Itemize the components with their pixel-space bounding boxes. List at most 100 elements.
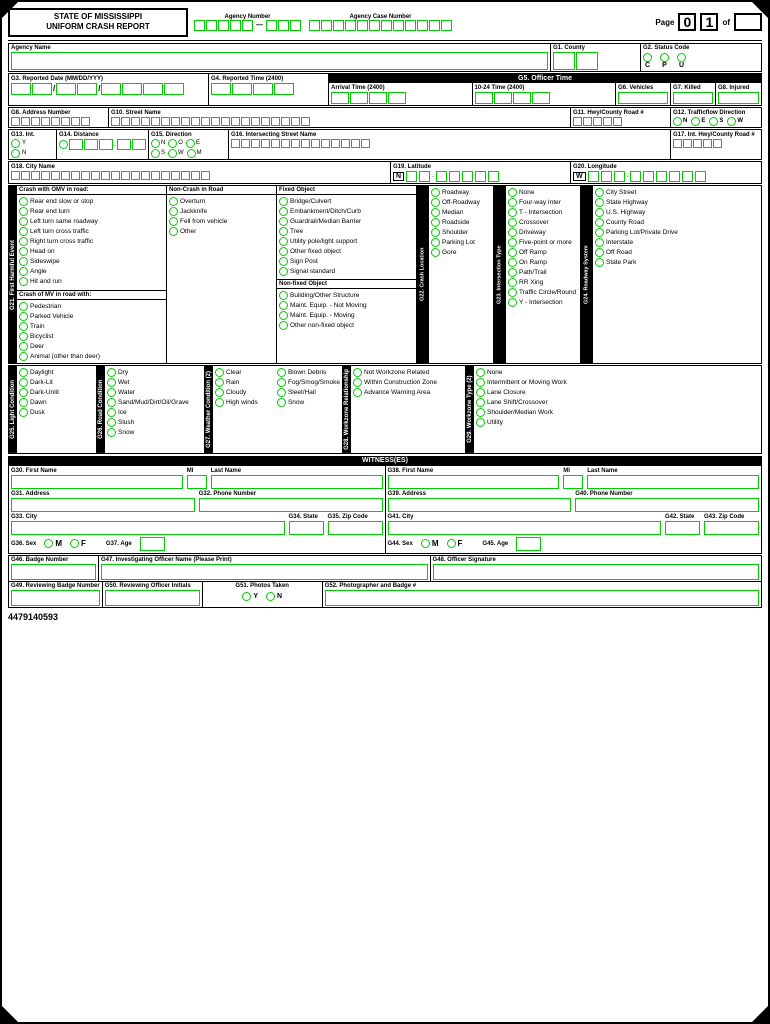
street-box[interactable] [291, 117, 300, 126]
street-box[interactable] [181, 117, 190, 126]
int-radio-7[interactable] [508, 258, 517, 267]
int-radio-4[interactable] [508, 228, 517, 237]
int-hwy-box[interactable] [693, 139, 702, 148]
lat-box[interactable] [419, 171, 430, 182]
street-box[interactable] [111, 117, 120, 126]
addr-box[interactable] [71, 117, 80, 126]
addr-box[interactable] [11, 117, 20, 126]
mv-radio-4[interactable] [19, 342, 28, 351]
lat-box[interactable] [462, 171, 473, 182]
agency-case-box[interactable] [417, 20, 428, 31]
g41-input[interactable] [388, 521, 662, 535]
mv-radio-2[interactable] [19, 322, 28, 331]
cl-radio-6[interactable] [431, 248, 440, 257]
int-radio-1[interactable] [508, 198, 517, 207]
long-box[interactable] [588, 171, 599, 182]
time-box2[interactable] [232, 83, 252, 95]
cl-radio-0[interactable] [431, 188, 440, 197]
street-box[interactable] [141, 117, 150, 126]
hwy-box[interactable] [613, 117, 622, 126]
city-box[interactable] [151, 171, 160, 180]
city-box[interactable] [51, 171, 60, 180]
status-u-radio[interactable] [677, 53, 686, 62]
int-street-box[interactable] [281, 139, 290, 148]
agency-case-box[interactable] [441, 20, 452, 31]
int-radio-6[interactable] [508, 248, 517, 257]
street-box[interactable] [261, 117, 270, 126]
date-box8[interactable] [164, 83, 184, 95]
ri-radio-2[interactable] [107, 388, 116, 397]
g31-input[interactable] [11, 498, 195, 512]
dir-e-radio[interactable] [691, 117, 700, 126]
g45-input[interactable] [516, 537, 541, 551]
int-street-box[interactable] [311, 139, 320, 148]
g34-input[interactable] [289, 521, 324, 535]
wc1-radio-2[interactable] [215, 388, 224, 397]
g36-m-radio[interactable] [44, 539, 53, 548]
wt-radio-5[interactable] [476, 418, 485, 427]
lat-box[interactable] [488, 171, 499, 182]
agency-case-box[interactable] [381, 20, 392, 31]
mv-radio-1[interactable] [19, 312, 28, 321]
fo-radio-1[interactable] [279, 207, 288, 216]
g32-input[interactable] [199, 498, 383, 512]
g50-input[interactable] [105, 590, 200, 606]
mv-radio-5[interactable] [19, 352, 28, 361]
omv-radio-2[interactable] [19, 217, 28, 226]
time-box3[interactable] [253, 83, 273, 95]
total-pages-box[interactable] [734, 13, 762, 31]
agency-number-box[interactable] [290, 20, 301, 31]
dist-box[interactable] [84, 139, 98, 150]
wt-radio-2[interactable] [476, 388, 485, 397]
dir15-n[interactable] [151, 139, 160, 148]
dist-box[interactable] [99, 139, 113, 150]
time-box4[interactable] [274, 83, 294, 95]
city-box[interactable] [61, 171, 70, 180]
agency-case-box[interactable] [357, 20, 368, 31]
li-radio-4[interactable] [19, 408, 28, 417]
lat-box[interactable] [406, 171, 417, 182]
int-radio-8[interactable] [508, 268, 517, 277]
county-box2[interactable] [576, 52, 598, 70]
hwy-box[interactable] [583, 117, 592, 126]
g38-last-input[interactable] [587, 475, 759, 489]
date-box1[interactable] [11, 83, 31, 95]
agency-number-box[interactable] [194, 20, 205, 31]
int-hwy-box[interactable] [673, 139, 682, 148]
date-box6[interactable] [122, 83, 142, 95]
date-box7[interactable] [143, 83, 163, 95]
int-street-box[interactable] [241, 139, 250, 148]
nf-radio-3[interactable] [279, 321, 288, 330]
g37-input[interactable] [140, 537, 165, 551]
g46-input[interactable] [11, 564, 96, 580]
wc2-radio-0[interactable] [277, 368, 286, 377]
agency-case-box[interactable] [333, 20, 344, 31]
city-box[interactable] [11, 171, 20, 180]
rw-radio-7[interactable] [595, 258, 604, 267]
addr-box[interactable] [41, 117, 50, 126]
nf-radio-1[interactable] [279, 301, 288, 310]
ri-radio-1[interactable] [107, 378, 116, 387]
agency-number-box[interactable] [206, 20, 217, 31]
int-n-radio[interactable] [11, 149, 20, 158]
int-radio-11[interactable] [508, 298, 517, 307]
g35-input[interactable] [328, 521, 383, 535]
wr-radio-1[interactable] [353, 378, 362, 387]
city-box[interactable] [41, 171, 50, 180]
li-radio-1[interactable] [19, 378, 28, 387]
g40-input[interactable] [575, 498, 759, 512]
fo-radio-3[interactable] [279, 227, 288, 236]
hwy-box[interactable] [603, 117, 612, 126]
dir-s-radio[interactable] [709, 117, 718, 126]
mv-radio-0[interactable] [19, 302, 28, 311]
lat-box[interactable] [449, 171, 460, 182]
omv-radio-4[interactable] [19, 237, 28, 246]
time-box1[interactable] [211, 83, 231, 95]
city-box[interactable] [81, 171, 90, 180]
addr-box[interactable] [31, 117, 40, 126]
g48-input[interactable] [433, 564, 760, 580]
date-box2[interactable] [32, 83, 52, 95]
addr-box[interactable] [81, 117, 90, 126]
date-box5[interactable] [101, 83, 121, 95]
int-street-box[interactable] [301, 139, 310, 148]
